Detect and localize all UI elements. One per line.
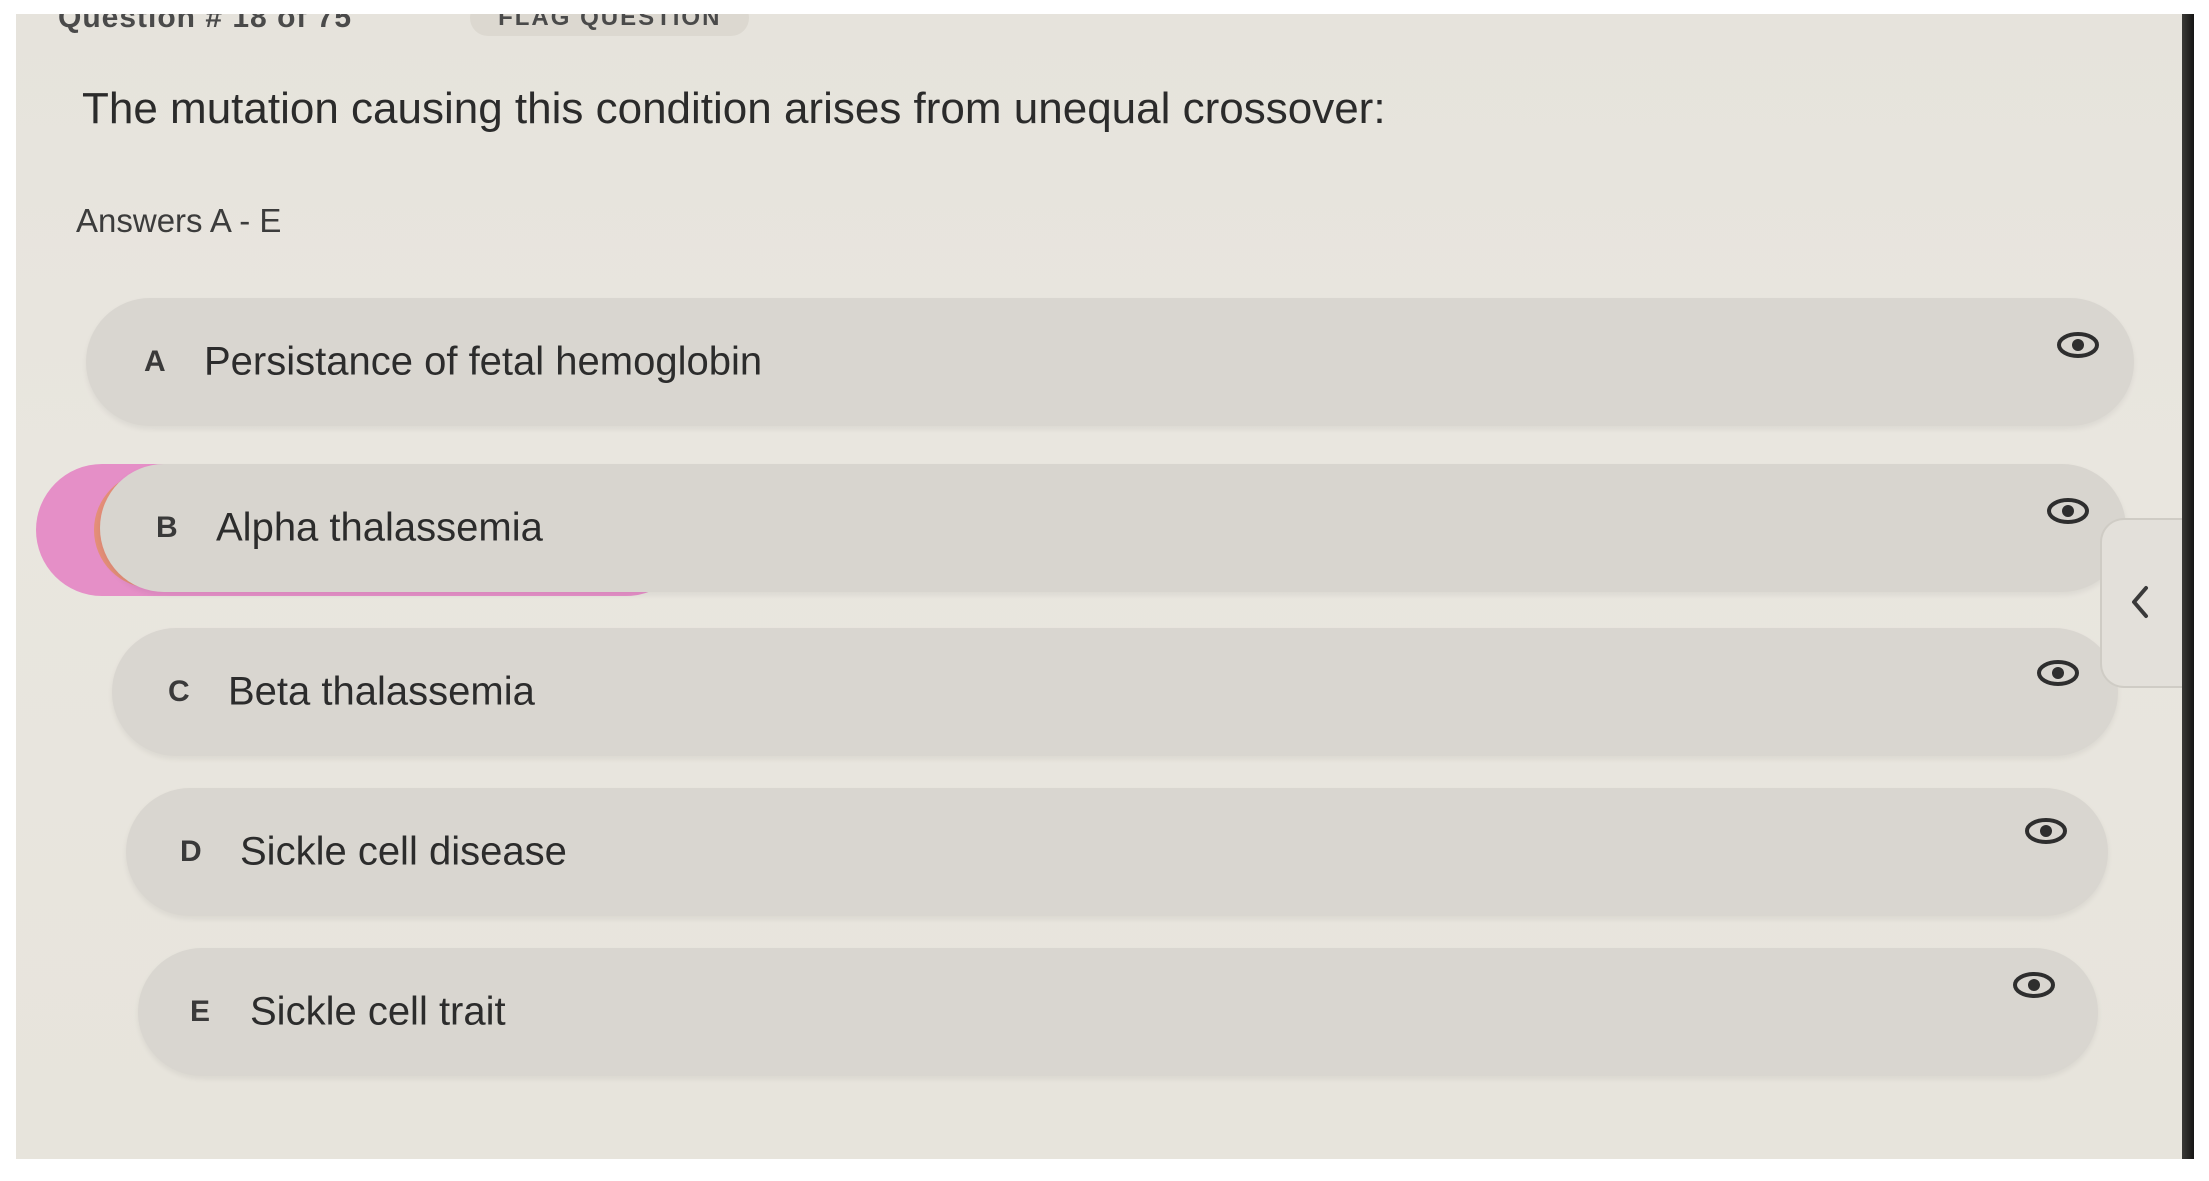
option-letter: A xyxy=(144,345,166,378)
option-text: Sickle cell disease xyxy=(240,829,567,874)
answer-option-e[interactable]: E Sickle cell trait xyxy=(138,948,2098,1076)
eye-icon[interactable] xyxy=(2056,330,2100,360)
exam-screen: Question # 18 of 75 FLAG QUESTION The mu… xyxy=(16,14,2194,1159)
eye-icon[interactable] xyxy=(2046,496,2090,526)
option-letter: D xyxy=(180,835,202,868)
option-text: Beta thalassemia xyxy=(228,669,535,714)
question-counter: Question # 18 of 75 xyxy=(58,14,353,34)
answer-option-a[interactable]: A Persistance of fetal hemoglobin xyxy=(86,298,2134,426)
option-letter: C xyxy=(168,675,190,708)
eye-icon[interactable] xyxy=(2024,816,2068,846)
option-text: Alpha thalassemia xyxy=(216,505,543,550)
flag-question-button[interactable]: FLAG QUESTION xyxy=(470,14,750,36)
screen-edge xyxy=(2182,14,2194,1159)
question-header: Question # 18 of 75 FLAG QUESTION xyxy=(58,14,750,36)
option-text: Sickle cell trait xyxy=(250,989,506,1034)
option-letter: E xyxy=(190,995,211,1028)
option-letter: B xyxy=(156,511,178,544)
answer-option-b[interactable]: B Alpha thalassemia xyxy=(100,464,2126,592)
chevron-left-icon xyxy=(2132,586,2148,618)
eye-icon[interactable] xyxy=(2012,970,2056,1000)
eye-icon[interactable] xyxy=(2036,658,2080,688)
answer-option-d[interactable]: D Sickle cell disease xyxy=(126,788,2108,916)
option-text: Persistance of fetal hemoglobin xyxy=(204,339,763,384)
side-panel-toggle[interactable] xyxy=(2100,518,2182,688)
answer-option-c[interactable]: C Beta thalassemia xyxy=(112,628,2118,756)
question-text: The mutation causing this condition aris… xyxy=(82,84,1386,133)
answers-label: Answers A - E xyxy=(76,202,282,239)
